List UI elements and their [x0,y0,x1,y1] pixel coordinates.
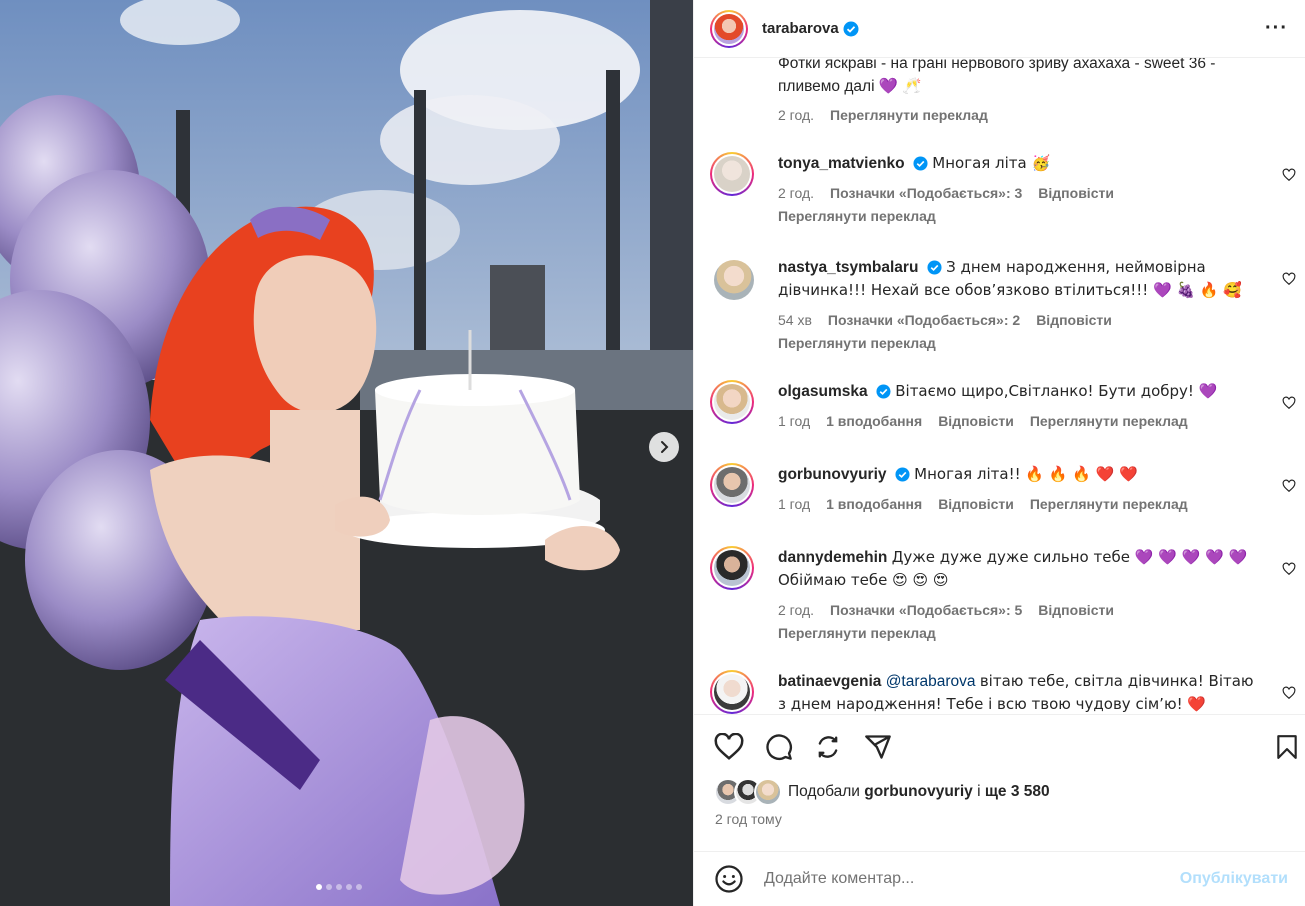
image-pagination [316,884,362,890]
comment-time: 1 год [778,413,811,429]
comments-list[interactable]: Фотки яскраві - на грані нервового зриву… [694,58,1305,714]
publish-button[interactable]: Опублікувати [1180,870,1288,888]
commenter-avatar[interactable] [710,670,754,714]
likes-count-link[interactable]: ще 3 580 [985,783,1050,800]
pagination-dot [326,884,332,890]
comment-time: 2 год. [778,185,815,201]
next-image-button[interactable] [649,432,679,462]
reply-link[interactable]: Відповісти [1036,309,1112,332]
post-action-bar [694,714,1305,778]
emoji-icon[interactable] [714,864,744,894]
commenter-avatar[interactable] [710,152,754,196]
share-icon[interactable] [864,733,892,761]
chevron-right-icon [661,441,669,453]
comment-time: 1 год [778,496,811,512]
repost-icon[interactable] [814,733,842,761]
comment-icon[interactable] [765,733,793,761]
liker-avatar[interactable] [754,778,782,806]
save-bookmark-icon[interactable] [1274,733,1300,761]
likes-summary: Подобали gorbunovyuriy і ще 3 580 [714,778,1050,806]
post-caption: Фотки яскраві - на грані нервового зриву… [778,58,1278,127]
commenter-username[interactable]: tonya_matvienko [778,155,905,172]
comment-time: 2 год. [778,602,815,618]
verified-badge-icon [927,260,942,275]
commenter-avatar[interactable] [710,463,754,507]
comment-text: Многая літа!! 🔥 🔥 🔥 ❤️ ❤️ [914,465,1138,483]
translate-link[interactable]: Переглянути переклад [1030,410,1188,433]
comment-likes[interactable]: Позначки «Подобається»: 5 [830,599,1022,622]
likes-user-link[interactable]: gorbunovyuriy [864,783,973,800]
commenter-username[interactable]: nastya_tsymbalaru [778,259,918,276]
comment-text: Вітаємо щиро,Світланко! Бути добру! 💜 [895,382,1218,400]
like-comment-icon[interactable] [1282,272,1296,286]
reply-link[interactable]: Відповісти [938,410,1014,433]
translate-link[interactable]: Переглянути переклад [1030,493,1188,516]
commenter-avatar[interactable] [710,256,758,304]
comment-item: olgasumska Вітаємо щиро,Світланко! Бути … [710,380,1300,440]
like-comment-icon[interactable] [1282,168,1296,182]
commenter-username[interactable]: olgasumska [778,383,868,400]
comment-likes[interactable]: 1 вподобання [826,410,922,433]
verified-badge-icon [913,156,928,171]
translate-link[interactable]: Переглянути переклад [778,622,1258,645]
pagination-dot [346,884,352,890]
post-header: tarabarova ··· [694,0,1305,58]
author-avatar[interactable] [710,9,748,48]
like-comment-icon[interactable] [1282,479,1296,493]
comment-item: batinaevgenia @tarabarova вітаю тебе, св… [710,670,1300,714]
comment-mention-link[interactable]: @tarabarova [886,673,976,690]
comment-text: Многая літа 🥳 [932,154,1051,172]
verified-badge-icon [895,467,910,482]
pagination-dot [356,884,362,890]
commenter-username[interactable]: dannydemehin [778,549,887,566]
comment-time: 54 хв [778,312,812,328]
translate-link[interactable]: Переглянути переклад [778,332,1258,355]
photo-illustration [0,0,693,906]
like-comment-icon[interactable] [1282,396,1296,410]
reply-link[interactable]: Відповісти [1038,599,1114,622]
likes-text: Подобали gorbunovyuriy і ще 3 580 [788,783,1050,801]
comment-input[interactable] [762,869,1156,889]
pagination-dot [336,884,342,890]
commenter-avatar[interactable] [710,546,754,590]
comment-item: dannydemehin Дуже дуже дуже сильно тебе … [710,546,1300,646]
verified-badge-icon [843,21,859,36]
like-comment-icon[interactable] [1282,686,1296,700]
likes-prefix: Подобали [788,783,860,800]
post-side-panel: tarabarova ··· Фотки яскраві - на грані … [693,0,1305,906]
comment-likes[interactable]: Позначки «Подобається»: 2 [828,309,1020,332]
comment-likes[interactable]: 1 вподобання [826,493,922,516]
commenter-username[interactable]: batinaevgenia [778,673,881,690]
likes-and: і [977,783,981,800]
like-comment-icon[interactable] [1282,562,1296,576]
comment-likes[interactable]: Позначки «Подобається»: 3 [830,182,1022,205]
like-heart-icon[interactable] [714,733,744,761]
caption-translate-link[interactable]: Переглянути переклад [830,104,988,127]
reply-link[interactable]: Відповісти [938,493,1014,516]
post-photo[interactable] [0,0,693,906]
translate-link[interactable]: Переглянути переклад [778,205,1258,228]
commenter-username[interactable]: gorbunovyuriy [778,466,887,483]
commenter-avatar[interactable] [710,380,754,424]
more-options-icon[interactable]: ··· [1265,17,1288,40]
author-username[interactable]: tarabarova [762,20,839,37]
add-comment-bar: Опублікувати [694,851,1305,906]
comment-item: tonya_matvienko Многая літа 🥳 2 год. Поз… [710,152,1300,232]
pagination-dot [316,884,322,890]
reply-link[interactable]: Відповісти [1038,182,1114,205]
caption-time: 2 год. [778,107,815,123]
comment-item: gorbunovyuriy Многая літа!! 🔥 🔥 🔥 ❤️ ❤️ … [710,463,1300,523]
post-timestamp[interactable]: 2 год тому [715,811,782,827]
caption-text: Фотки яскраві - на грані нервового зриву… [778,58,1216,95]
verified-badge-icon [876,384,891,399]
comment-item: nastya_tsymbalaru З днем народження, ней… [710,256,1300,356]
